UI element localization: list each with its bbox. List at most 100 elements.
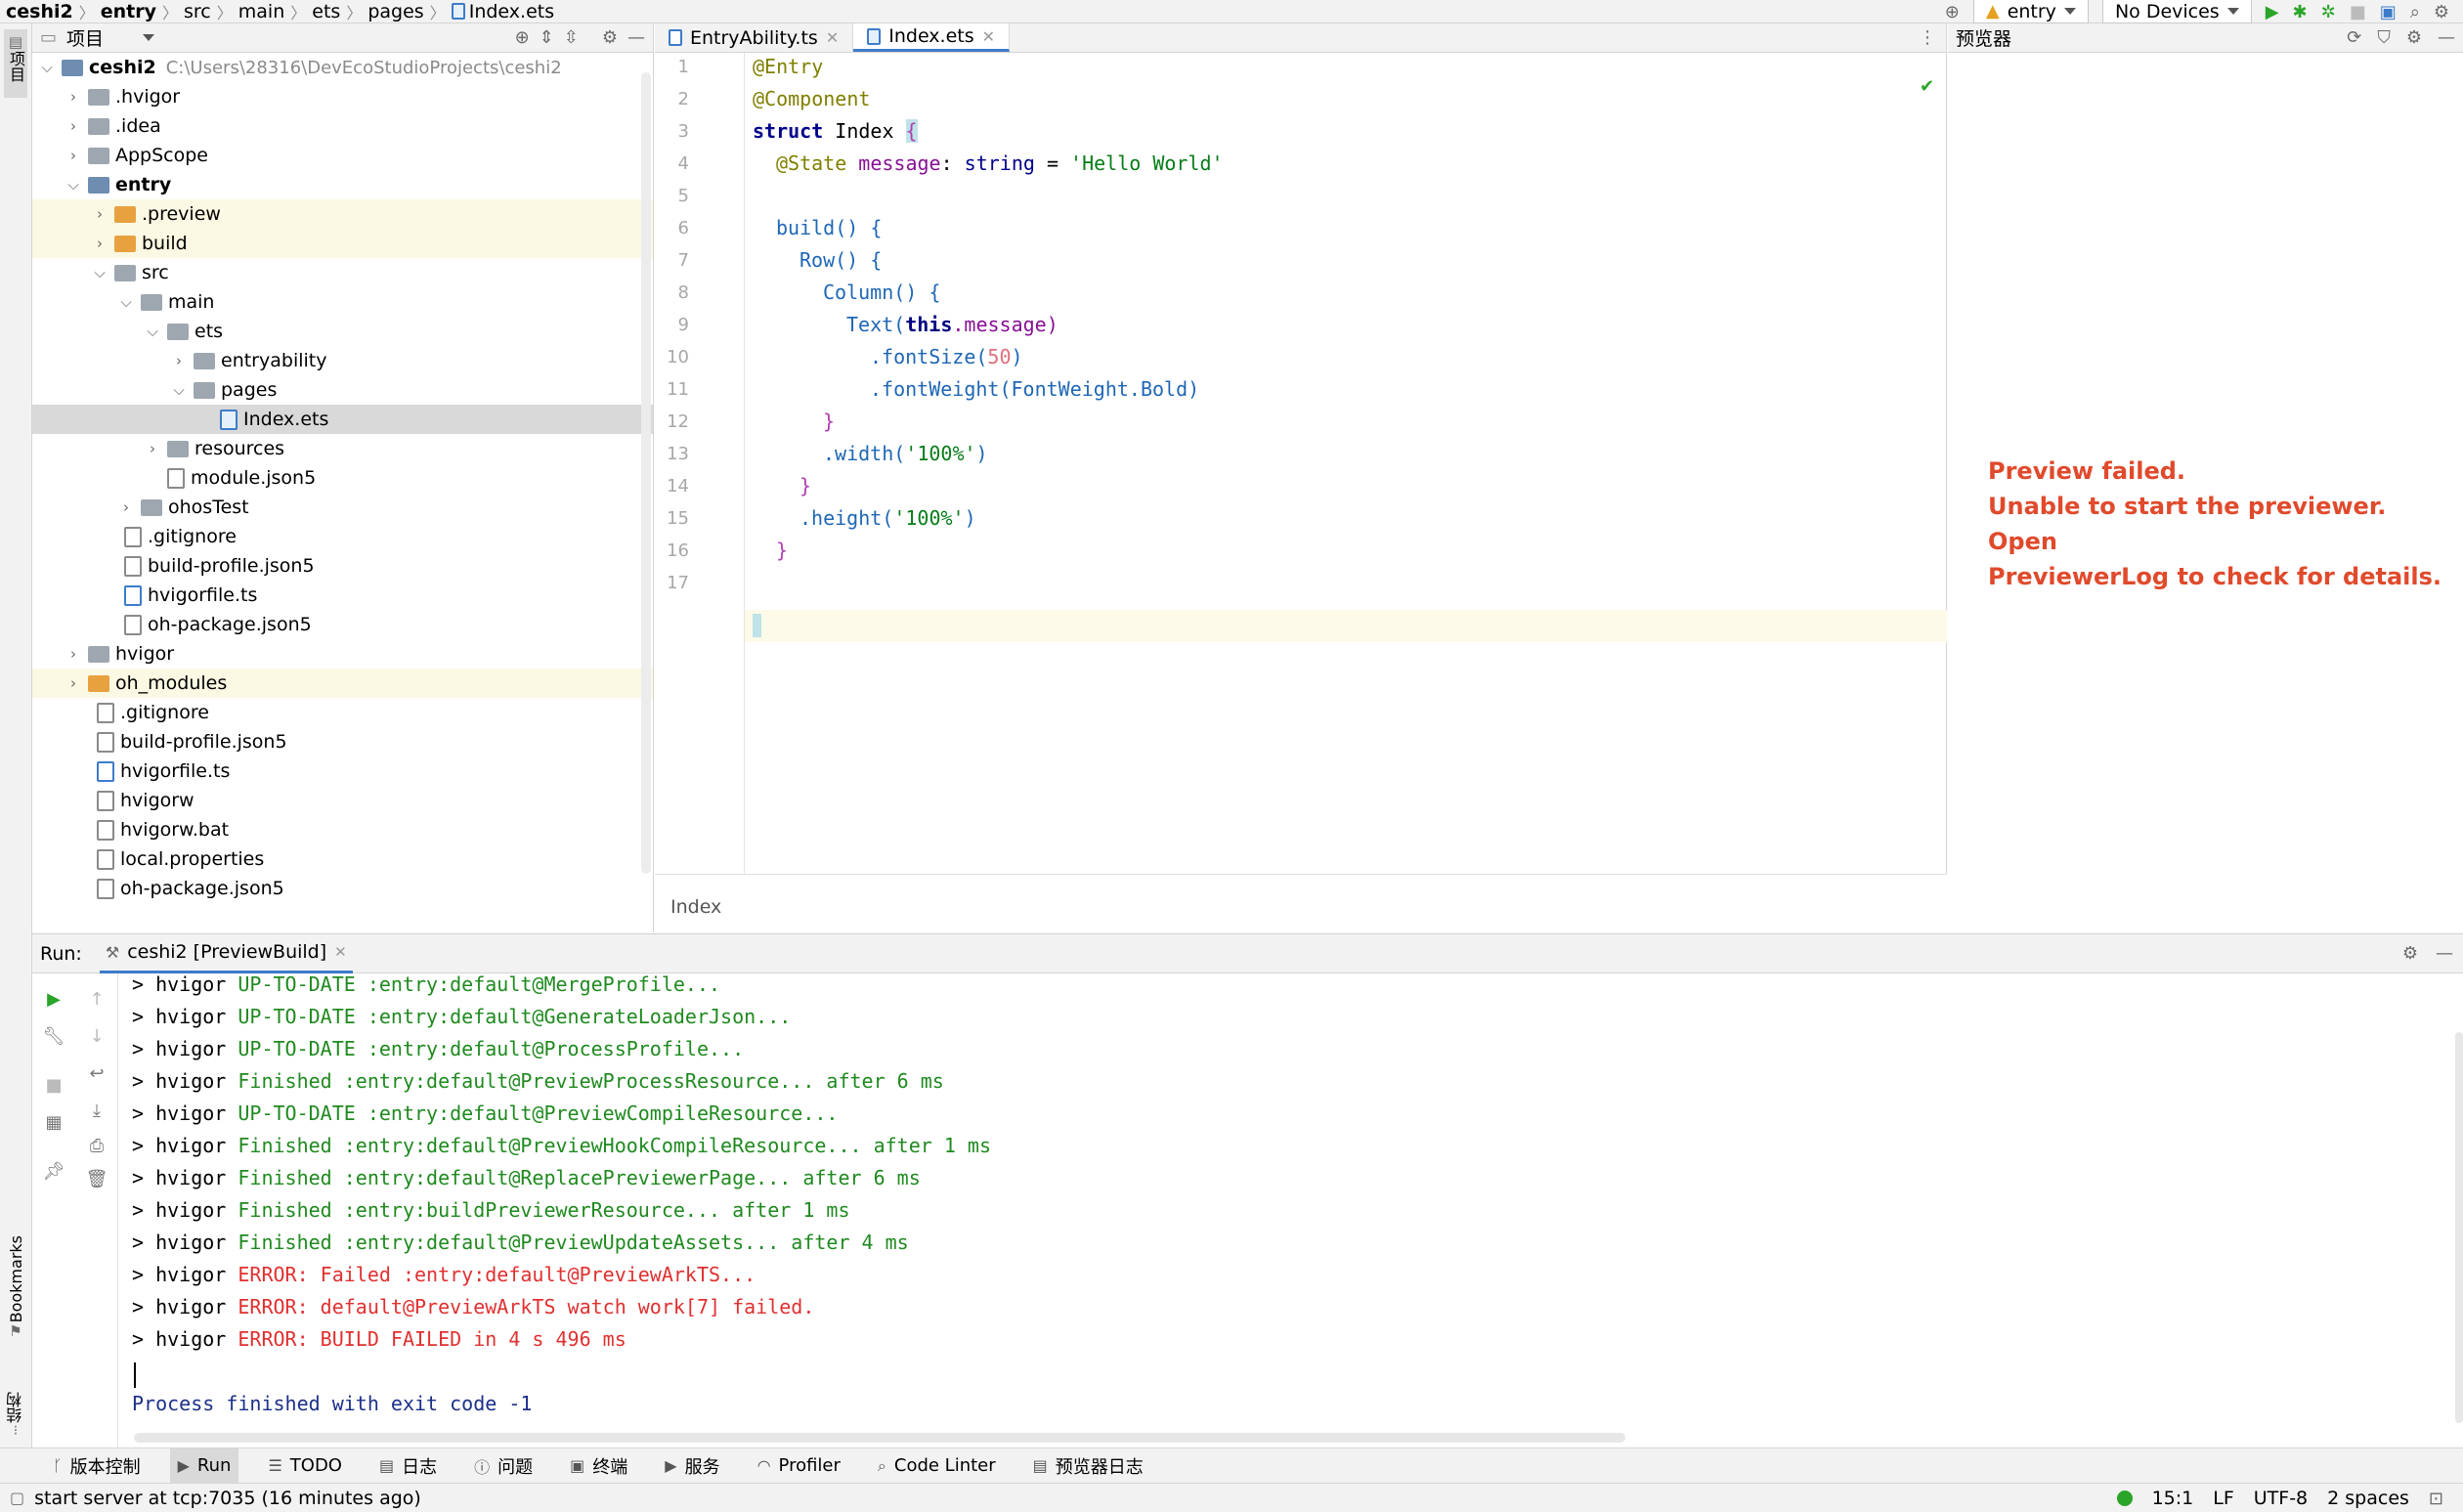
tree-item-resources[interactable]: › resources xyxy=(32,434,653,463)
tree-item-module-json5[interactable]: module.json5 xyxy=(32,463,653,493)
breadcrumb-ceshi2[interactable]: ceshi2 xyxy=(0,1,79,22)
console-text: UP-TO-DATE :entry:default@PreviewCompile… xyxy=(238,1102,839,1125)
breadcrumb-entry[interactable]: entry xyxy=(95,1,162,22)
window-toggle-icon[interactable]: ▢ xyxy=(10,1489,24,1507)
module-selector[interactable]: ▲ entry xyxy=(1972,0,2089,23)
run-icon[interactable]: ▶ xyxy=(2266,2,2279,22)
tree-item-hvigorfile[interactable]: hvigorfile.ts xyxy=(32,756,653,786)
hide-icon[interactable]: — xyxy=(627,27,645,48)
tree-item-entry[interactable]: ⌵ entry xyxy=(32,170,653,199)
tree-item-hvigor[interactable]: › hvigor xyxy=(32,639,653,669)
tool-previewer-log[interactable]: ▤ 预览器日志 xyxy=(1025,1448,1151,1484)
bookmarks-tool-button[interactable]: Bookmarks ⚑ xyxy=(4,1235,27,1382)
expand-all-icon[interactable]: ⇕ xyxy=(540,27,554,48)
file-encoding[interactable]: UTF-8 xyxy=(2254,1488,2308,1509)
tree-item-main[interactable]: ⌵ main xyxy=(32,287,653,317)
collapse-all-icon[interactable]: ⇳ xyxy=(564,27,579,48)
line-separator[interactable]: LF xyxy=(2213,1488,2234,1509)
tree-item-oh-modules[interactable]: › oh_modules xyxy=(32,669,653,698)
close-icon[interactable]: ✕ xyxy=(826,28,839,47)
tree-item-entry-build-profile[interactable]: build-profile.json5 xyxy=(32,551,653,581)
tool-profiler[interactable]: ◠ Profiler xyxy=(750,1448,848,1484)
tree-item-src[interactable]: ⌵ src xyxy=(32,258,653,287)
structure-tool-button[interactable]: 结构 ⁝ xyxy=(4,1392,27,1450)
tree-item-pages[interactable]: ⌵ pages xyxy=(32,375,653,405)
bookmarks-label: Bookmarks xyxy=(6,1235,25,1323)
tree-item-local-properties[interactable]: local.properties xyxy=(32,844,653,874)
indent-setting[interactable]: 2 spaces xyxy=(2327,1488,2409,1509)
breadcrumb-index-ets[interactable]: Index.ets xyxy=(469,1,560,22)
project-tree-scrollbar[interactable] xyxy=(641,72,651,874)
locate-icon[interactable]: ⊕ xyxy=(515,27,530,48)
attach-debugger-icon[interactable]: ✲ xyxy=(2321,2,2336,22)
chevron-down-icon: ⌵ xyxy=(94,264,106,281)
close-icon[interactable]: ✕ xyxy=(334,943,347,961)
tool-log[interactable]: ▤ 日志 xyxy=(371,1448,445,1484)
chevron-down-icon[interactable] xyxy=(143,34,155,41)
debug-icon[interactable]: ✱ xyxy=(2293,2,2308,22)
lock-icon[interactable]: ⊡ xyxy=(2429,1489,2443,1509)
breadcrumb-pages[interactable]: pages xyxy=(362,1,429,22)
project-panel-title[interactable]: 项目 xyxy=(66,24,104,51)
run-config-tab[interactable]: ⚒ ceshi2 [PreviewBuild] ✕ xyxy=(99,934,353,973)
tree-item-hvigorw-bat[interactable]: hvigorw.bat xyxy=(32,815,653,844)
tree-item-label: Index.ets xyxy=(243,409,329,430)
tree-item-hvigor-dir[interactable]: › .hvigor xyxy=(32,82,653,111)
gear-icon[interactable]: ⚙ xyxy=(602,27,618,48)
breadcrumb-main[interactable]: main xyxy=(233,1,290,22)
hide-icon[interactable]: — xyxy=(2438,27,2455,48)
tool-code-linter[interactable]: ⌕ Code Linter xyxy=(870,1448,1004,1484)
console-output[interactable]: > hvigor UP-TO-DATE :entry:default@Merge… xyxy=(32,972,2456,1433)
tool-terminal[interactable]: ▣ 终端 xyxy=(562,1448,635,1484)
tree-item-entry-gitignore[interactable]: .gitignore xyxy=(32,522,653,551)
tool-problems[interactable]: ⓘ 问题 xyxy=(466,1448,540,1484)
tool-label: 问题 xyxy=(497,1456,534,1478)
tree-item-preview[interactable]: › .preview xyxy=(32,199,653,229)
tree-item-build[interactable]: › build xyxy=(32,229,653,258)
settings-gear-icon[interactable]: ⚙ xyxy=(2434,2,2449,22)
close-icon[interactable]: ✕ xyxy=(982,27,995,46)
run-toolbar: ⊕ ▲ entry No Devices ▶ ✱ ✲ ■ ▣ ⌕ ⚙ xyxy=(1945,0,2463,23)
breadcrumb-src[interactable]: src xyxy=(178,1,217,22)
tree-item-ets[interactable]: ⌵ ets xyxy=(32,317,653,346)
tool-todo[interactable]: ☰ TODO xyxy=(260,1448,350,1484)
console-horizontal-scrollbar[interactable] xyxy=(134,1433,1625,1443)
hide-icon[interactable]: — xyxy=(2436,943,2463,964)
breadcrumb-ets[interactable]: ets xyxy=(306,1,346,22)
gear-icon[interactable]: ⚙ xyxy=(2406,27,2422,48)
editor-breadcrumb-item[interactable]: Index xyxy=(670,896,721,918)
device-selector[interactable]: No Devices xyxy=(2101,0,2252,23)
project-tool-button[interactable]: ▤ 项目 xyxy=(4,29,27,98)
tree-item-ceshi2[interactable]: ⌵ ceshi2 C:\Users\28316\DevEcoStudioProjec… xyxy=(32,53,653,82)
status-message[interactable]: start server at tcp:7035 (16 minutes ago… xyxy=(34,1488,421,1509)
tool-run[interactable]: ▶ Run xyxy=(169,1447,239,1484)
tree-item-appscope[interactable]: › AppScope xyxy=(32,141,653,170)
tree-item-idea[interactable]: › .idea xyxy=(32,111,653,141)
tree-item-entry-hvigorfile[interactable]: hvigorfile.ts xyxy=(32,581,653,610)
inspector-icon[interactable]: ⛉ xyxy=(2377,27,2391,48)
editor-tab-bar: EntryAbility.ts ✕ Index.ets ✕ ⋮ xyxy=(655,23,1946,53)
tree-item-hvigorw[interactable]: hvigorw xyxy=(32,786,653,815)
code-area[interactable]: @Entry @Component struct Index { @State … xyxy=(655,53,1947,874)
more-vertical-icon[interactable]: ⋮ xyxy=(1919,27,1946,48)
target-icon[interactable]: ⊕ xyxy=(1945,2,1960,22)
tool-services[interactable]: ▶ 服务 xyxy=(657,1448,727,1484)
tree-item-ohostest[interactable]: › ohosTest xyxy=(32,493,653,522)
tab-index-ets[interactable]: Index.ets ✕ xyxy=(853,23,1011,52)
stop-icon[interactable]: ■ xyxy=(2350,2,2366,22)
search-icon[interactable]: ⌕ xyxy=(2410,2,2420,22)
tree-item-entryability[interactable]: › entryability xyxy=(32,346,653,375)
tree-item-build-profile[interactable]: build-profile.json5 xyxy=(32,727,653,756)
tree-item-gitignore[interactable]: .gitignore xyxy=(32,698,653,727)
status-indicator-icon[interactable] xyxy=(2116,1490,2133,1506)
gear-icon[interactable]: ⚙ xyxy=(2402,943,2418,964)
tree-item-entry-oh-package[interactable]: oh-package.json5 xyxy=(32,610,653,639)
tree-item-oh-package[interactable]: oh-package.json5 xyxy=(32,874,653,903)
tool-version-control[interactable]: ᚴ 版本控制 xyxy=(45,1448,149,1484)
console-vertical-scrollbar[interactable] xyxy=(2455,1032,2463,1423)
device-manager-icon[interactable]: ▣ xyxy=(2380,2,2397,22)
tab-entryability-ts[interactable]: EntryAbility.ts ✕ xyxy=(655,23,854,52)
caret-position[interactable]: 15:1 xyxy=(2152,1488,2194,1509)
tree-item-index-ets[interactable]: Index.ets xyxy=(32,405,653,434)
refresh-icon[interactable]: ⟳ xyxy=(2347,27,2361,48)
